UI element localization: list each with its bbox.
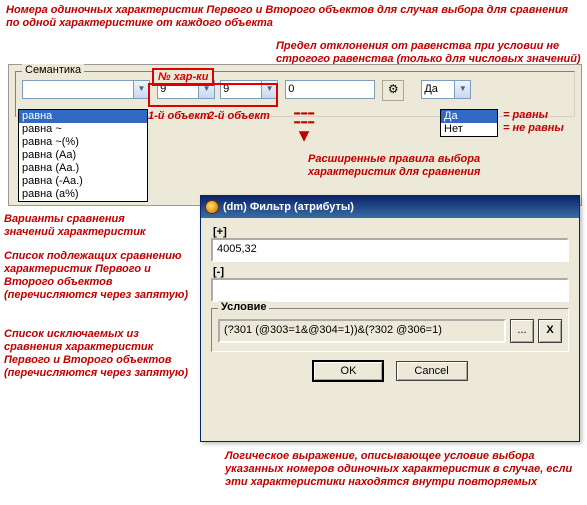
yesno-combo-input[interactable] [424, 81, 450, 96]
chevron-down-icon: ▼ [454, 81, 470, 98]
semantics-combo-input[interactable] [25, 81, 129, 96]
funnel-icon: ⚙ [388, 82, 399, 96]
dashed-arrow-icon: ┆┆▼ [293, 108, 315, 144]
annotation-deviation: Предел отклонения от равенства при услов… [276, 40, 582, 66]
annotation-plus-desc: Список подлежащих сравнению характеристи… [4, 250, 196, 302]
list-item[interactable]: равна (Aa) [19, 149, 147, 162]
plus-field[interactable]: 4005,32 [211, 238, 569, 262]
condition-field: (?301 (@303=1&@304=1))&(?302 @306=1) [218, 319, 506, 343]
annotation-obj1: 1-й объект [148, 110, 210, 123]
semantics-dropdown-list[interactable]: равна равна ~ равна ~(%) равна (Aa) равн… [18, 109, 148, 202]
deviation-input-wrap[interactable] [285, 80, 375, 99]
app-icon [205, 200, 219, 214]
minus-field-label: [-] [213, 266, 579, 278]
yesno-dropdown-list[interactable]: Да Нет [440, 109, 498, 137]
yesno-option-yes[interactable]: Да [441, 110, 497, 123]
condition-more-button[interactable]: ... [510, 319, 534, 343]
hilite-label-char-number: № хар-ки [152, 68, 214, 86]
condition-group-label: Условие [218, 301, 269, 313]
cancel-button[interactable]: Cancel [396, 361, 468, 381]
list-item[interactable]: равна [19, 110, 147, 123]
dialog-titlebar[interactable]: (dm) Фильтр (атрибуты) [201, 196, 579, 218]
condition-clear-button[interactable]: X [538, 319, 562, 343]
annotation-ext-rules: Расширенные правила выбора характеристик… [308, 153, 508, 179]
list-item[interactable]: равна ~(%) [19, 136, 147, 149]
advanced-rules-button[interactable]: ⚙ [382, 80, 404, 101]
list-item[interactable]: равна ~ [19, 123, 147, 136]
annotation-minus-desc: Список исключаемых из сравнения характер… [4, 328, 196, 380]
annotation-variants: Варианты сравнения значений характеристи… [4, 213, 164, 239]
dialog-buttons: OK Cancel [201, 360, 579, 382]
semantics-combo[interactable]: ▼ [22, 80, 150, 99]
filter-dialog: (dm) Фильтр (атрибуты) [+] 4005,32 [-] У… [200, 195, 580, 442]
deviation-input[interactable] [288, 81, 368, 96]
char-second-combo[interactable]: ▼ [220, 80, 278, 99]
list-item[interactable]: равна (Aa.) [19, 162, 147, 175]
ok-button[interactable]: OK [312, 360, 384, 382]
dialog-title: (dm) Фильтр (атрибуты) [223, 201, 354, 213]
plus-field-label: [+] [213, 226, 579, 238]
condition-field-value: (?301 (@303=1&@304=1))&(?302 @306=1) [224, 324, 442, 336]
char-second-input[interactable] [223, 81, 257, 96]
chevron-down-icon: ▼ [261, 81, 277, 98]
minus-field[interactable] [211, 278, 569, 302]
annotation-logic: Логическое выражение, описывающее услови… [225, 450, 579, 489]
annotation-obj2: 2-й объект [208, 110, 270, 123]
annotation-equal: = равны [503, 109, 548, 122]
list-item[interactable]: равна (a%) [19, 188, 147, 201]
semantics-groupbox-label: Семантика [22, 64, 84, 76]
annotation-notequal: = не равны [503, 122, 564, 135]
list-item[interactable]: равна (-Aa.) [19, 175, 147, 188]
plus-field-value: 4005,32 [217, 243, 257, 255]
chevron-down-icon: ▼ [133, 81, 149, 98]
annotation-top-numbers: Номера одиночных характеристик Первого и… [6, 4, 570, 30]
yesno-combo[interactable]: ▼ [421, 80, 471, 99]
condition-group: Условие (?301 (@303=1&@304=1))&(?302 @30… [211, 308, 569, 352]
yesno-option-no[interactable]: Нет [441, 123, 497, 136]
